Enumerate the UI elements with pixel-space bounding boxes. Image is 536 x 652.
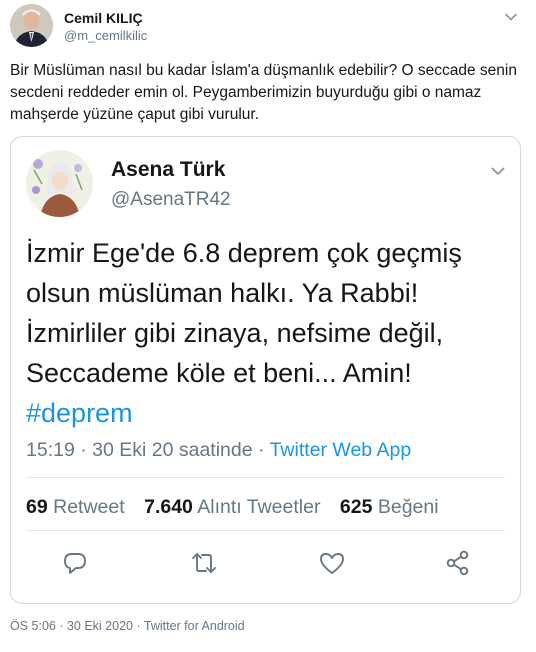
quoted-text-body: İzmir Ege'de 6.8 deprem çok geçmiş olsun…: [26, 238, 462, 388]
tweet-text: Bir Müslüman nasıl bu kadar İslam'a düşm…: [10, 62, 517, 123]
quoted-tweet-text: İzmir Ege'de 6.8 deprem çok geçmiş olsun…: [26, 233, 511, 433]
retweet-count[interactable]: 69: [26, 496, 48, 518]
engagement-stats: 69 Retweet 7.640 Alıntı Tweetler 625 Beğ…: [26, 496, 439, 519]
author-avatar[interactable]: [10, 4, 53, 47]
quote-label[interactable]: Alıntı Tweetler: [197, 496, 320, 518]
tweet-time[interactable]: ÖS 5:06 · 30 Eki 2020 ·: [10, 619, 144, 633]
quoted-author-avatar[interactable]: [26, 150, 93, 217]
reply-icon[interactable]: [59, 547, 91, 579]
author-handle[interactable]: @m_cemilkilic: [64, 28, 147, 43]
quoted-tweet-card[interactable]: Asena Türk @AsenaTR42 İzmir Ege'de 6.8 d…: [10, 136, 521, 604]
like-count[interactable]: 625: [340, 496, 373, 518]
action-bar: [11, 547, 520, 583]
author-name[interactable]: Cemil KILIÇ: [64, 10, 143, 26]
divider: [26, 530, 505, 531]
divider: [26, 477, 505, 478]
quoted-author-handle[interactable]: @AsenaTR42: [111, 189, 231, 211]
hashtag-link[interactable]: #deprem: [26, 398, 133, 428]
like-label[interactable]: Beğeni: [378, 496, 439, 518]
retweet-label[interactable]: Retweet: [53, 496, 125, 518]
quote-count[interactable]: 7.640: [144, 496, 193, 518]
share-icon[interactable]: [442, 547, 474, 579]
chevron-down-icon[interactable]: [502, 8, 520, 26]
quoted-author-name[interactable]: Asena Türk: [111, 158, 225, 182]
chevron-down-icon[interactable]: [488, 161, 508, 181]
heart-icon[interactable]: [316, 547, 348, 579]
tweet-source-app[interactable]: Twitter for Android: [144, 619, 245, 633]
quoted-source-app[interactable]: Twitter Web App: [270, 439, 412, 461]
quoted-timestamp: 15:19 · 30 Eki 20 saatinde · Twitter Web…: [26, 439, 411, 462]
retweet-icon[interactable]: [188, 547, 220, 579]
quoted-time[interactable]: 15:19 · 30 Eki 20 saatinde ·: [26, 439, 270, 461]
tweet-header: Cemil KILIÇ @m_cemilkilic: [10, 4, 526, 48]
tweet-timestamp: ÖS 5:06 · 30 Eki 2020 · Twitter for Andr…: [10, 619, 245, 633]
